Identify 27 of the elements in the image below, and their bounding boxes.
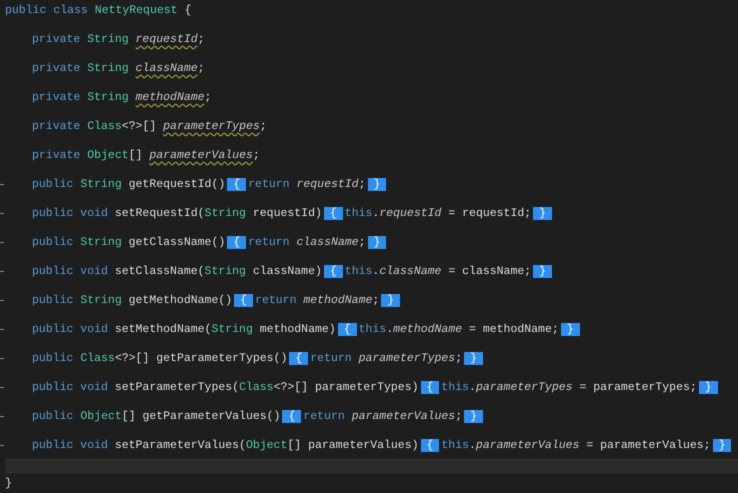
- fold-marker-icon[interactable]: [0, 184, 4, 185]
- code-line: public String getClassName() { return className; }: [32, 228, 388, 257]
- fold-marker-icon[interactable]: [0, 387, 4, 388]
- code-line: }: [5, 476, 12, 492]
- fold-marker-icon[interactable]: [0, 416, 4, 417]
- fold-marker-icon[interactable]: [0, 271, 4, 272]
- code-line: public String getMethodName() { return methodName; }: [32, 286, 402, 315]
- fold-marker-icon[interactable]: [0, 300, 4, 301]
- code-line: public void setParameterValues(Object[] parameterValues) { this.parameterValues = parameterValues; }: [32, 431, 734, 460]
- fold-marker-icon[interactable]: [0, 358, 4, 359]
- code-line: public Class<?>[] getParameterTypes() { return parameterTypes; }: [32, 344, 486, 373]
- code-line: public String getRequestId() { return requestId; }: [32, 170, 388, 199]
- fold-marker-icon[interactable]: [0, 242, 4, 243]
- code-line: private String requestId;: [32, 32, 205, 48]
- fold-marker-icon[interactable]: [0, 445, 4, 446]
- code-line: private String className;: [32, 61, 205, 77]
- fold-marker-icon[interactable]: [0, 329, 4, 330]
- code-line: public void setClassName(String className) { this.className = className; }: [32, 257, 554, 286]
- code-line: public class NettyRequest {: [5, 3, 192, 19]
- code-line: public void setMethodName(String methodName) { this.methodName = methodName; }: [32, 315, 582, 344]
- code-line: public void setRequestId(String requestId) { this.requestId = requestId; }: [32, 199, 554, 228]
- code-line: public Object[] getParameterValues() { return parameterValues; }: [32, 402, 486, 431]
- code-line: public void setParameterTypes(Class<?>[] parameterTypes) { this.parameterTypes = parameterTypes; }: [32, 373, 720, 402]
- code-line: private String methodName;: [32, 90, 212, 106]
- fold-marker-icon[interactable]: [0, 213, 4, 214]
- code-line: private Object[] parameterValues;: [32, 148, 260, 164]
- code-line: private Class<?>[] parameterTypes;: [32, 119, 267, 135]
